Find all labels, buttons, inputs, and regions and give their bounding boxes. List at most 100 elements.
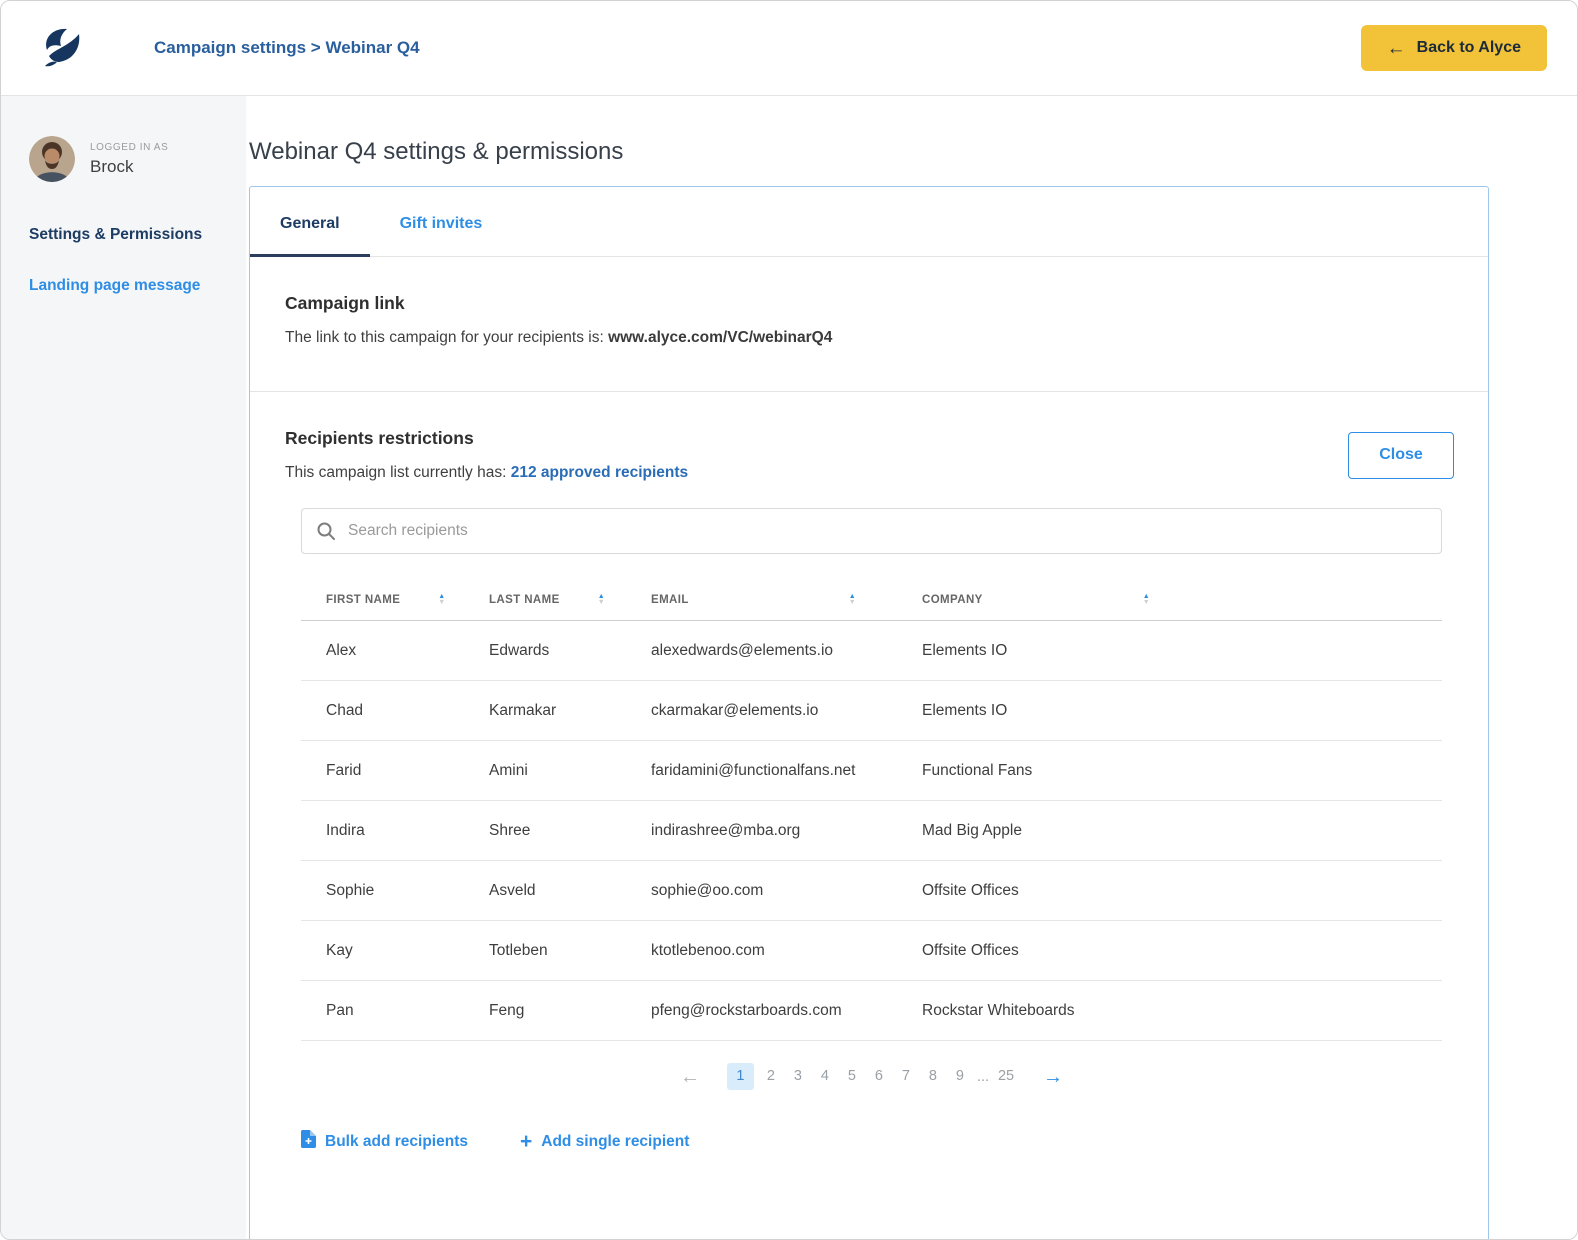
tab-gift-invites[interactable]: Gift invites — [370, 187, 513, 256]
sort-desc-icon: ▼ — [1142, 599, 1151, 606]
tab-general[interactable]: General — [250, 187, 370, 257]
cell-first-name: Farid — [301, 740, 464, 802]
column-header-first-name[interactable]: FIRST NAME ▲ ▼ — [301, 580, 464, 622]
cell-first-name: Alex — [301, 620, 464, 682]
column-label: COMPANY — [922, 594, 983, 607]
sort-desc-icon: ▼ — [597, 599, 606, 606]
recipients-header-text: Recipients restrictions This campaign li… — [285, 428, 688, 482]
cell-last-name: Karmakar — [464, 680, 626, 742]
page-button-7[interactable]: 7 — [896, 1063, 916, 1090]
cell-company: Offsite Offices — [897, 920, 1442, 982]
cell-last-name: Asveld — [464, 860, 626, 922]
cell-last-name: Amini — [464, 740, 626, 802]
recipients-heading: Recipients restrictions — [285, 428, 474, 448]
cell-email: ckarmakar@elements.io — [626, 680, 897, 742]
cell-last-name: Shree — [464, 800, 626, 862]
table-row[interactable]: Kay Totleben ktotlebenoo.com Offsite Off… — [301, 920, 1442, 982]
column-header-company[interactable]: COMPANY ▲ ▼ — [897, 580, 1442, 622]
recipients-section: Recipients restrictions This campaign li… — [250, 392, 1488, 1239]
page-button-25[interactable]: 25 — [996, 1063, 1016, 1090]
cell-last-name: Totleben — [464, 920, 626, 982]
campaign-link-section: Campaign link The link to this campaign … — [250, 257, 1488, 391]
cell-email: sophie@oo.com — [626, 860, 897, 922]
cell-first-name: Pan — [301, 980, 464, 1042]
recipients-list: FIRST NAME ▲▼ LAST NAME ▲▼ EMAIL ▲▼ COMPANY… — [301, 508, 1442, 1198]
avatar — [29, 136, 75, 182]
table-row[interactable]: Farid Amini faridamini@functionalfans.ne… — [301, 740, 1442, 802]
cell-company: Functional Fans — [897, 740, 1442, 802]
pagination-prev-icon[interactable]: ← — [680, 1067, 700, 1087]
bulk-add-label: Bulk add recipients — [325, 1132, 468, 1150]
cell-first-name: Kay — [301, 920, 464, 982]
search-recipients-input[interactable] — [301, 508, 1442, 554]
back-button-label: Back to Alyce — [1416, 39, 1521, 56]
add-single-label: Add single recipient — [541, 1132, 690, 1150]
sort-icon[interactable]: ▲ ▼ — [1142, 593, 1151, 606]
logged-in-as-label: LOGGED IN AS — [90, 141, 169, 153]
sidebar-item-settings-permissions[interactable]: Settings & Permissions — [29, 226, 232, 244]
column-label: EMAIL — [651, 594, 689, 607]
table-row[interactable]: Indira Shree indirashree@mba.org Mad Big… — [301, 800, 1442, 862]
column-label: LAST NAME — [489, 594, 560, 607]
pagination-next-icon[interactable]: → — [1043, 1067, 1063, 1087]
table-row[interactable]: Sophie Asveld sophie@oo.com Offsite Offi… — [301, 860, 1442, 922]
page-button-6[interactable]: 6 — [869, 1063, 889, 1090]
user-photo — [29, 136, 75, 182]
page-button-4[interactable]: 4 — [815, 1063, 835, 1090]
cell-email: faridamini@functionalfans.net — [626, 740, 897, 802]
sort-icon[interactable]: ▲ ▼ — [849, 593, 856, 606]
back-to-alyce-button[interactable]: ← Back to Alyce — [1360, 25, 1547, 71]
campaign-link-text: The link to this campaign for your recip… — [285, 329, 1454, 347]
sidebar-item-landing-page-message[interactable]: Landing page message — [29, 277, 232, 295]
sort-icon[interactable]: ▲ ▼ — [597, 593, 606, 606]
page-button-5[interactable]: 5 — [842, 1063, 862, 1090]
user-name: Brock — [90, 156, 134, 176]
search-box — [301, 508, 1442, 554]
plus-icon: + — [519, 1130, 533, 1154]
content: LOGGED IN AS Brock Settings & Permission… — [1, 96, 1577, 1239]
logged-in-user: LOGGED IN AS Brock — [29, 136, 232, 182]
close-button[interactable]: Close — [1348, 431, 1454, 479]
cell-email: pfeng@rockstarboards.com — [626, 980, 897, 1042]
cell-email: alexedwards@elements.io — [626, 620, 897, 682]
page-button-1[interactable]: 1 — [726, 1063, 754, 1091]
pagination: ← 1 2 3 4 5 6 7 8 9 ... 25 → — [301, 1063, 1442, 1091]
bulk-add-recipients-button[interactable]: Bulk add recipients — [301, 1130, 468, 1153]
campaign-link-url: www.alyce.com/VC/webinarQ4 — [608, 329, 833, 346]
settings-card: General Gift invites Campaign link The l… — [249, 186, 1489, 1239]
cell-company: Elements IO — [897, 680, 1442, 742]
cell-email: ktotlebenoo.com — [626, 920, 897, 982]
user-meta: LOGGED IN AS Brock — [90, 142, 168, 177]
page-button-9[interactable]: 9 — [950, 1063, 970, 1090]
cell-company: Rockstar Whiteboards — [897, 980, 1442, 1042]
recipients-header: Recipients restrictions This campaign li… — [285, 428, 1454, 482]
page-button-3[interactable]: 3 — [788, 1063, 808, 1090]
bird-logo-icon — [45, 28, 80, 67]
sidebar: LOGGED IN AS Brock Settings & Permission… — [1, 96, 246, 1239]
campaign-link-heading: Campaign link — [285, 293, 405, 313]
pagination-ellipsis: ... — [976, 1068, 990, 1085]
breadcrumb: Campaign settings > Webinar Q4 — [154, 38, 420, 57]
page-button-2[interactable]: 2 — [761, 1063, 781, 1090]
recipients-count-prefix: This campaign list currently has: — [285, 464, 511, 481]
app-window: Campaign settings > Webinar Q4 ← Back to… — [0, 0, 1578, 1240]
table-row[interactable]: Chad Karmakar ckarmakar@elements.io Elem… — [301, 680, 1442, 742]
back-arrow-icon: ← — [1386, 37, 1406, 59]
alyce-logo[interactable] — [39, 26, 91, 70]
table-header-row: FIRST NAME ▲ ▼ LAST NAME ▲ ▼ EMAIL ▲ ▼ COMPANY… — [301, 580, 1442, 622]
table-row[interactable]: Alex Edwards alexedwards@elements.io Ele… — [301, 620, 1442, 682]
approved-recipients-count[interactable]: 212 approved recipients — [511, 464, 688, 481]
page-button-8[interactable]: 8 — [923, 1063, 943, 1090]
sidebar-nav: Settings & Permissions Landing page mess… — [29, 226, 232, 295]
recipients-table: FIRST NAME ▲ ▼ LAST NAME ▲ ▼ EMAIL ▲ ▼ COMPANY… — [301, 580, 1442, 1042]
add-single-recipient-button[interactable]: + Add single recipient — [520, 1130, 689, 1153]
column-header-last-name[interactable]: LAST NAME ▲ ▼ — [464, 580, 626, 622]
column-label: FIRST NAME — [326, 594, 401, 607]
column-header-email[interactable]: EMAIL ▲ ▼ — [626, 580, 897, 622]
sort-icon[interactable]: ▲ ▼ — [438, 593, 445, 606]
topbar: Campaign settings > Webinar Q4 ← Back to… — [1, 1, 1577, 96]
table-row[interactable]: Pan Feng pfeng@rockstarboards.com Rockst… — [301, 980, 1442, 1042]
cell-company: Offsite Offices — [897, 860, 1442, 922]
cell-company: Mad Big Apple — [897, 800, 1442, 862]
cell-last-name: Feng — [464, 980, 626, 1042]
